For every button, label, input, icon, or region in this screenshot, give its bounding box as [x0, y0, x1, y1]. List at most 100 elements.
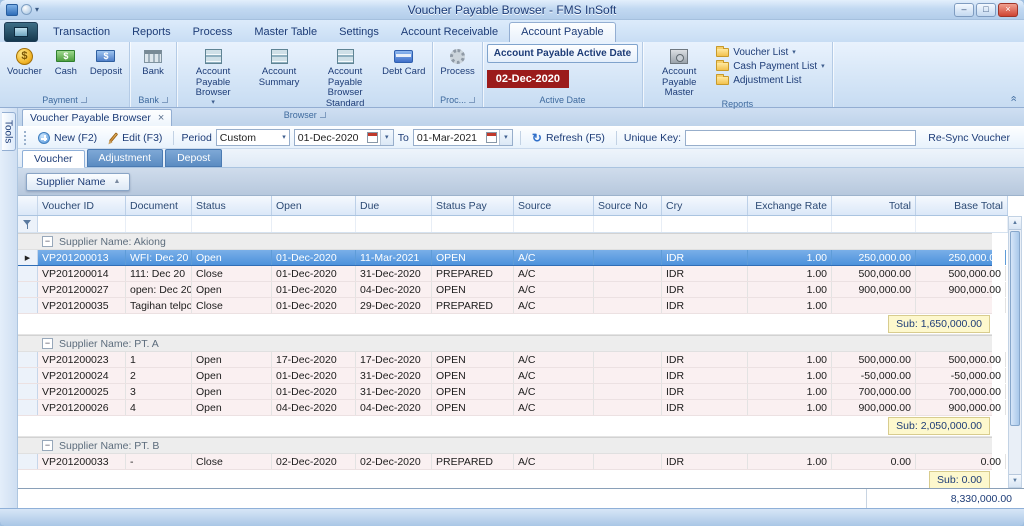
date-from-field[interactable]: 01-Dec-2020 ▾ [294, 129, 394, 146]
ribbon-tab-process[interactable]: Process [182, 23, 244, 42]
column-header-source-no[interactable]: Source No [594, 196, 662, 215]
active-date-label: Account Payable Active Date [487, 44, 638, 63]
table-row-selected[interactable]: ▶VP201200013WFI: Dec 20Open01-Dec-202011… [18, 250, 992, 266]
ribbon-tab-master-table[interactable]: Master Table [243, 23, 328, 42]
resync-voucher-button[interactable]: Re-Sync Voucher [920, 131, 1018, 145]
column-header-open[interactable]: Open [272, 196, 356, 215]
deposit-button[interactable]: $ Deposit [87, 44, 125, 78]
scrollbar-track[interactable] [1009, 230, 1021, 474]
quick-access-dropdown-icon[interactable]: ▾ [35, 6, 39, 14]
toolbar-grip[interactable] [24, 131, 27, 145]
collapse-group-icon[interactable]: − [42, 338, 53, 349]
filter-cell[interactable] [748, 216, 832, 232]
ribbon-tab-transaction[interactable]: Transaction [42, 23, 121, 42]
table-row[interactable]: VP2012000242Open01-Dec-202031-Dec-2020OP… [18, 368, 992, 384]
group-row[interactable]: −Supplier Name: PT. A [18, 335, 992, 352]
active-date-value[interactable]: 02-Dec-2020 [487, 70, 569, 88]
table-row[interactable]: VP201200033-Close02-Dec-202002-Dec-2020P… [18, 454, 992, 470]
group-by-chip[interactable]: Supplier Name ▲ [26, 173, 130, 191]
table-row[interactable]: VP201200014111: Dec 20Close01-Dec-202031… [18, 266, 992, 282]
filter-cell[interactable] [126, 216, 192, 232]
dialog-launcher-icon[interactable] [320, 112, 326, 118]
column-header-base-total[interactable]: Base Total [916, 196, 1008, 215]
column-header-document[interactable]: Document [126, 196, 192, 215]
period-select[interactable]: Custom ▾ [216, 129, 290, 146]
date-to-field[interactable]: 01-Mar-2021 ▾ [413, 129, 513, 146]
tab-voucher[interactable]: Voucher [22, 150, 85, 168]
column-header-status-pay[interactable]: Status Pay [432, 196, 514, 215]
column-header-source[interactable]: Source [514, 196, 594, 215]
table-row[interactable]: VP2012000253Open01-Dec-202031-Dec-2020OP… [18, 384, 992, 400]
filter-cell[interactable] [356, 216, 432, 232]
app-icon[interactable] [6, 4, 18, 16]
ribbon-tab-account-receivable[interactable]: Account Receivable [390, 23, 509, 42]
tools-panel-tab[interactable]: Tools [2, 112, 16, 151]
edit-button[interactable]: Edit (F3) [105, 131, 166, 145]
filter-cell[interactable] [432, 216, 514, 232]
minimize-button[interactable]: – [954, 3, 974, 17]
bank-button[interactable]: Bank [134, 44, 172, 78]
account-payable-master-button[interactable]: Account Payable Master [647, 44, 711, 99]
column-header-total[interactable]: Total [832, 196, 916, 215]
process-button[interactable]: Process [437, 44, 477, 78]
grid-viewport[interactable]: −Supplier Name: Akiong▶VP201200013WFI: D… [18, 233, 1008, 488]
document-tab[interactable]: Voucher Payable Browser × [22, 109, 172, 126]
dialog-launcher-icon[interactable] [81, 97, 87, 103]
filter-cell[interactable] [514, 216, 594, 232]
ribbon-collapse-icon[interactable]: « [1007, 95, 1018, 101]
title-bar[interactable]: ▾ Voucher Payable Browser - FMS InSoft –… [0, 0, 1024, 20]
collapse-group-icon[interactable]: − [42, 236, 53, 247]
cell: 500,000.00 [832, 352, 916, 367]
table-row[interactable]: VP201200035Tagihan telpon: D...Close01-D… [18, 298, 992, 314]
application-menu-button[interactable] [4, 22, 38, 42]
collapse-group-icon[interactable]: − [42, 440, 53, 451]
maximize-button[interactable]: □ [976, 3, 996, 17]
filter-cell[interactable] [594, 216, 662, 232]
adjustment-list-button[interactable]: Adjustment List [713, 75, 827, 86]
vertical-scrollbar[interactable]: ▲ ▼ [1008, 216, 1022, 488]
column-header-exchange-rate[interactable]: Exchange Rate [748, 196, 832, 215]
group-row[interactable]: −Supplier Name: PT. B [18, 437, 992, 454]
filter-cell[interactable] [272, 216, 356, 232]
refresh-button[interactable]: ↻ Refresh (F5) [528, 131, 609, 145]
cash-button[interactable]: $ Cash [47, 44, 85, 78]
account-summary-button[interactable]: Account Summary [247, 44, 311, 88]
voucher-button[interactable]: $ Voucher [4, 44, 45, 78]
column-header-status[interactable]: Status [192, 196, 272, 215]
column-header-due[interactable]: Due [356, 196, 432, 215]
cash-payment-list-button[interactable]: Cash Payment List ▾ [713, 61, 827, 72]
close-tab-icon[interactable]: × [158, 113, 164, 124]
scrollbar-thumb[interactable] [1010, 231, 1020, 426]
filter-cell[interactable] [832, 216, 916, 232]
group-by-panel[interactable]: Supplier Name ▲ [18, 168, 1024, 196]
filter-cell[interactable] [916, 216, 1008, 232]
date-dropdown-icon[interactable]: ▾ [499, 130, 512, 145]
quick-access-button[interactable] [21, 4, 32, 15]
account-payable-browser-standard-button[interactable]: Account Payable Browser Standard [313, 44, 377, 110]
filter-cell[interactable] [38, 216, 126, 232]
voucher-list-button[interactable]: Voucher List ▾ [713, 47, 827, 58]
table-row[interactable]: VP201200027open: Dec 20Open01-Dec-202004… [18, 282, 992, 298]
table-row[interactable]: VP2012000231Open17-Dec-202017-Dec-2020OP… [18, 352, 992, 368]
debt-card-button[interactable]: Debt Card [379, 44, 428, 78]
date-dropdown-icon[interactable]: ▾ [380, 130, 393, 145]
ribbon-tab-account-payable[interactable]: Account Payable [509, 22, 616, 42]
tab-adjustment[interactable]: Adjustment [87, 149, 164, 167]
dialog-launcher-icon[interactable] [162, 97, 168, 103]
filter-cell[interactable] [192, 216, 272, 232]
column-header-cry[interactable]: Cry [662, 196, 748, 215]
ribbon-tab-settings[interactable]: Settings [328, 23, 390, 42]
column-header-voucher-id[interactable]: Voucher ID [38, 196, 126, 215]
scroll-up-icon[interactable]: ▲ [1009, 217, 1021, 230]
dialog-launcher-icon[interactable] [469, 97, 475, 103]
new-button[interactable]: New (F2) [34, 131, 101, 145]
group-row[interactable]: −Supplier Name: Akiong [18, 233, 992, 250]
account-payable-browser-button[interactable]: Account Payable Browser ▾ [181, 44, 245, 106]
close-button[interactable]: × [998, 3, 1018, 17]
table-row[interactable]: VP2012000264Open04-Dec-202004-Dec-2020OP… [18, 400, 992, 416]
ribbon-tab-reports[interactable]: Reports [121, 23, 182, 42]
unique-key-input[interactable] [685, 130, 916, 146]
filter-cell[interactable] [662, 216, 748, 232]
tab-depost[interactable]: Depost [165, 149, 222, 167]
scroll-down-icon[interactable]: ▼ [1009, 474, 1021, 487]
